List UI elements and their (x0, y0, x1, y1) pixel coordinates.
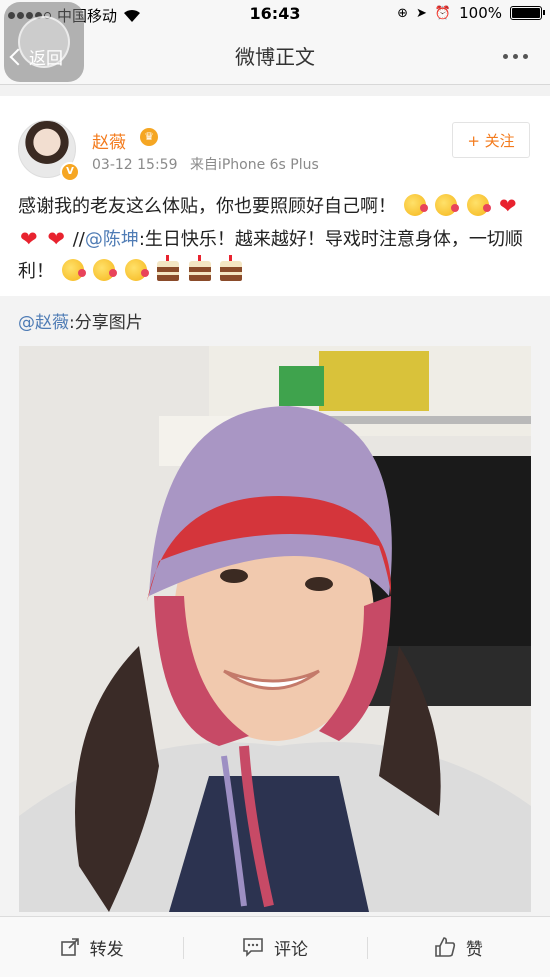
vip-crown-icon: ♛ (140, 128, 158, 146)
kiss-emoji-icon (93, 259, 118, 281)
orientation-lock-icon: ⊕ (397, 5, 409, 21)
bottom-toolbar: 转发 评论 赞 (0, 916, 550, 977)
follow-button[interactable]: + 关注 (452, 122, 530, 158)
heart-icon: ❤ (47, 227, 65, 251)
selfie-image (19, 346, 531, 912)
repost-header: @赵薇:分享图片 (18, 308, 143, 333)
like-button[interactable]: 赞 (366, 917, 550, 977)
repost-text: :分享图片 (69, 313, 143, 333)
shared-photo[interactable] (19, 346, 531, 912)
kiss-emoji-icon (125, 259, 150, 281)
repost-label: 转发 (89, 939, 124, 960)
post-meta: 03-12 15:59 来自iPhone 6s Plus (92, 154, 319, 174)
cake-icon (188, 255, 211, 281)
page-title: 微博正文 (235, 45, 315, 69)
comment-button[interactable]: 评论 (183, 917, 366, 977)
post-source: 来自iPhone 6s Plus (189, 157, 319, 173)
heart-icon: ❤ (498, 194, 517, 218)
thumbs-up-icon (435, 937, 455, 957)
repost-mention-link[interactable]: @赵薇 (18, 313, 69, 333)
post-timestamp: 03-12 15:59 (92, 157, 178, 173)
kiss-emoji-icon (61, 259, 86, 281)
status-right: ⊕ ➤ ⏰ 100% (397, 4, 545, 22)
post-text-slashes: // (72, 229, 85, 250)
more-options-button[interactable] (503, 54, 528, 59)
battery-percent: 100% (459, 4, 502, 22)
share-icon (60, 938, 79, 956)
kiss-emoji-icon (435, 194, 460, 216)
post-card: V 赵薇 ♛ 03-12 15:59 来自iPhone 6s Plus + 关注… (0, 96, 550, 296)
heart-icon: ❤ (20, 227, 38, 251)
location-icon: ➤ (416, 5, 427, 21)
post-text: 感谢我的老友这么体贴，你也要照顾好自己啊！ ❤ ❤ ❤ //@陈坤:生日快乐！越… (18, 190, 538, 288)
comment-label: 评论 (273, 939, 308, 960)
comment-icon (243, 938, 263, 957)
cake-icon (220, 255, 243, 281)
verified-icon: V (60, 162, 80, 182)
nav-bar: 返回 微博正文 (0, 2, 550, 85)
kiss-emoji-icon (403, 194, 428, 216)
post-text-part1: 感谢我的老友这么体贴，你也要照顾好自己啊！ (18, 196, 396, 217)
repost-area[interactable]: @赵薇:分享图片 (0, 296, 550, 916)
like-label: 赞 (465, 939, 483, 960)
mention-link[interactable]: @陈坤 (85, 229, 139, 250)
cake-icon (156, 255, 179, 281)
author-name[interactable]: 赵薇 (92, 128, 126, 153)
repost-button[interactable]: 转发 (0, 917, 183, 977)
battery-icon (510, 6, 545, 20)
kiss-emoji-icon (467, 194, 492, 216)
alarm-icon: ⏰ (434, 5, 452, 21)
